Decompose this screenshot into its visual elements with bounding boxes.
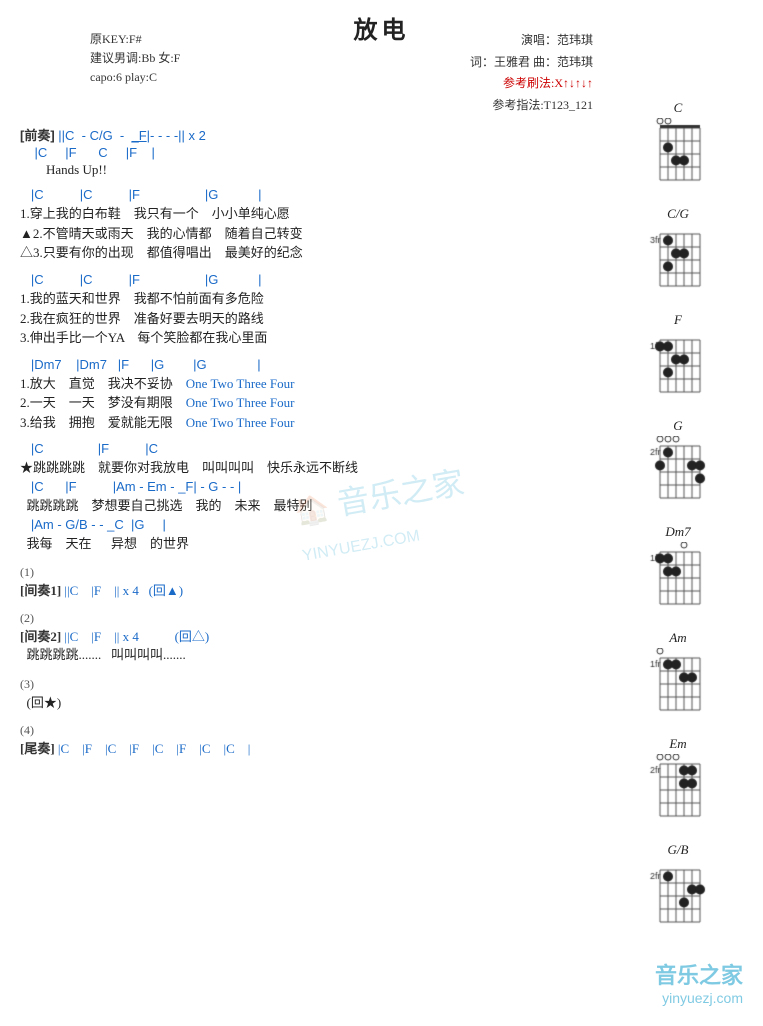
content-line: [尾奏] |C |F |C |F |C |F |C |C |: [20, 738, 593, 757]
song-content: [前奏] ||C - C/G - _F|- - - -|| x 2 |C |F …: [20, 125, 593, 757]
chord-name: G/B: [603, 842, 753, 858]
content-line: Hands Up!!: [20, 162, 593, 178]
content-line: |C |F |Am - Em - _F| - G - - |: [20, 478, 593, 496]
chord-diagram-gb: G/B: [603, 842, 753, 934]
content-line: |C |F C |F |: [20, 144, 593, 162]
meta-left: 原KEY:F# 建议男调:Bb 女:F capo:6 play:C: [90, 30, 180, 88]
chord-name: C: [603, 100, 753, 116]
meta-singer: 演唱：范玮琪: [470, 30, 593, 52]
content-line: [20, 599, 593, 607]
page: 放电 原KEY:F# 建议男调:Bb 女:F capo:6 play:C 演唱：…: [0, 0, 763, 1026]
chord-name: Dm7: [603, 524, 753, 540]
content-line: |Am - G/B - - _C |G |: [20, 516, 593, 534]
chord-diagrams: C C/G F G Dm7 Am Em G/B: [603, 100, 753, 948]
content-line: (2): [20, 611, 593, 626]
content-line: 1.放大 直觉 我决不妥协 One Two Three Four2.一天 一天 …: [20, 374, 593, 433]
content-line: [20, 178, 593, 186]
content-line: 我每 天在 异想 的世界: [20, 534, 593, 554]
content-line: ★跳跳跳跳 就要你对我放电 叫叫叫叫 快乐永远不断线: [20, 458, 593, 478]
content-line: (4): [20, 723, 593, 738]
watermark2: 音乐之家 yinyuezj.com: [655, 958, 743, 1006]
chord-name: Am: [603, 630, 753, 646]
meta-key: 原KEY:F#: [90, 30, 180, 49]
chord-name: F: [603, 312, 753, 328]
content-line: 1.我的蓝天和世界 我都不怕前面有多危险2.我在疯狂的世界 准备好要去明天的路线…: [20, 289, 593, 348]
content-line: 1.穿上我的白布鞋 我只有一个 小小单纯心愿▲2.不管晴天或雨天 我的心情都 随…: [20, 204, 593, 263]
content-line: (回★): [20, 692, 593, 711]
content-line: [20, 432, 593, 440]
content-line: |C |F |C: [20, 440, 593, 458]
content-line: (3): [20, 677, 593, 692]
meta-strum: 参考刷法:X↑↓↑↓↑: [503, 76, 593, 90]
chord-diagram-c: C: [603, 100, 753, 192]
chord-diagram-em: Em: [603, 736, 753, 828]
content-line: [20, 348, 593, 356]
chord-name: G: [603, 418, 753, 434]
content-line: [间奏1] ||C |F || x 4 (回▲): [20, 580, 593, 599]
content-line: |C |C |F |G |: [20, 271, 593, 289]
content-line: [前奏] ||C - C/G - _F|- - - -|| x 2: [20, 125, 593, 144]
chord-name: C/G: [603, 206, 753, 222]
chord-diagram-am: Am: [603, 630, 753, 722]
content-line: 跳跳跳跳 梦想要自己挑选 我的 未来 最特别: [20, 496, 593, 516]
watermark2-line1: 音乐之家: [655, 958, 743, 990]
chord-diagram-f: F: [603, 312, 753, 404]
chord-diagram-dm7: Dm7: [603, 524, 753, 616]
content-line: (1): [20, 565, 593, 580]
meta-capo: capo:6 play:C: [90, 68, 180, 87]
meta-suggest: 建议男调:Bb 女:F: [90, 49, 180, 68]
chord-diagram-cg: C/G: [603, 206, 753, 298]
content-line: [20, 665, 593, 673]
meta-right: 演唱：范玮琪 词：王雅君 曲：范玮琪 参考刷法:X↑↓↑↓↑ 参考指法:T123…: [470, 30, 593, 116]
meta-lyricist: 词：王雅君 曲：范玮琪: [470, 52, 593, 74]
content-line: [间奏2] ||C |F || x 4 (回△): [20, 626, 593, 645]
meta-finger: 参考指法:T123_121: [470, 95, 593, 117]
content-line: [20, 711, 593, 719]
content-line: |Dm7 |Dm7 |F |G |G |: [20, 356, 593, 374]
watermark2-line2: yinyuezj.com: [655, 990, 743, 1006]
content-line: 跳跳跳跳....... 叫叫叫叫.......: [20, 645, 593, 665]
content-line: [20, 263, 593, 271]
chord-diagram-g: G: [603, 418, 753, 510]
content-line: [20, 553, 593, 561]
chord-name: Em: [603, 736, 753, 752]
content-line: |C |C |F |G |: [20, 186, 593, 204]
